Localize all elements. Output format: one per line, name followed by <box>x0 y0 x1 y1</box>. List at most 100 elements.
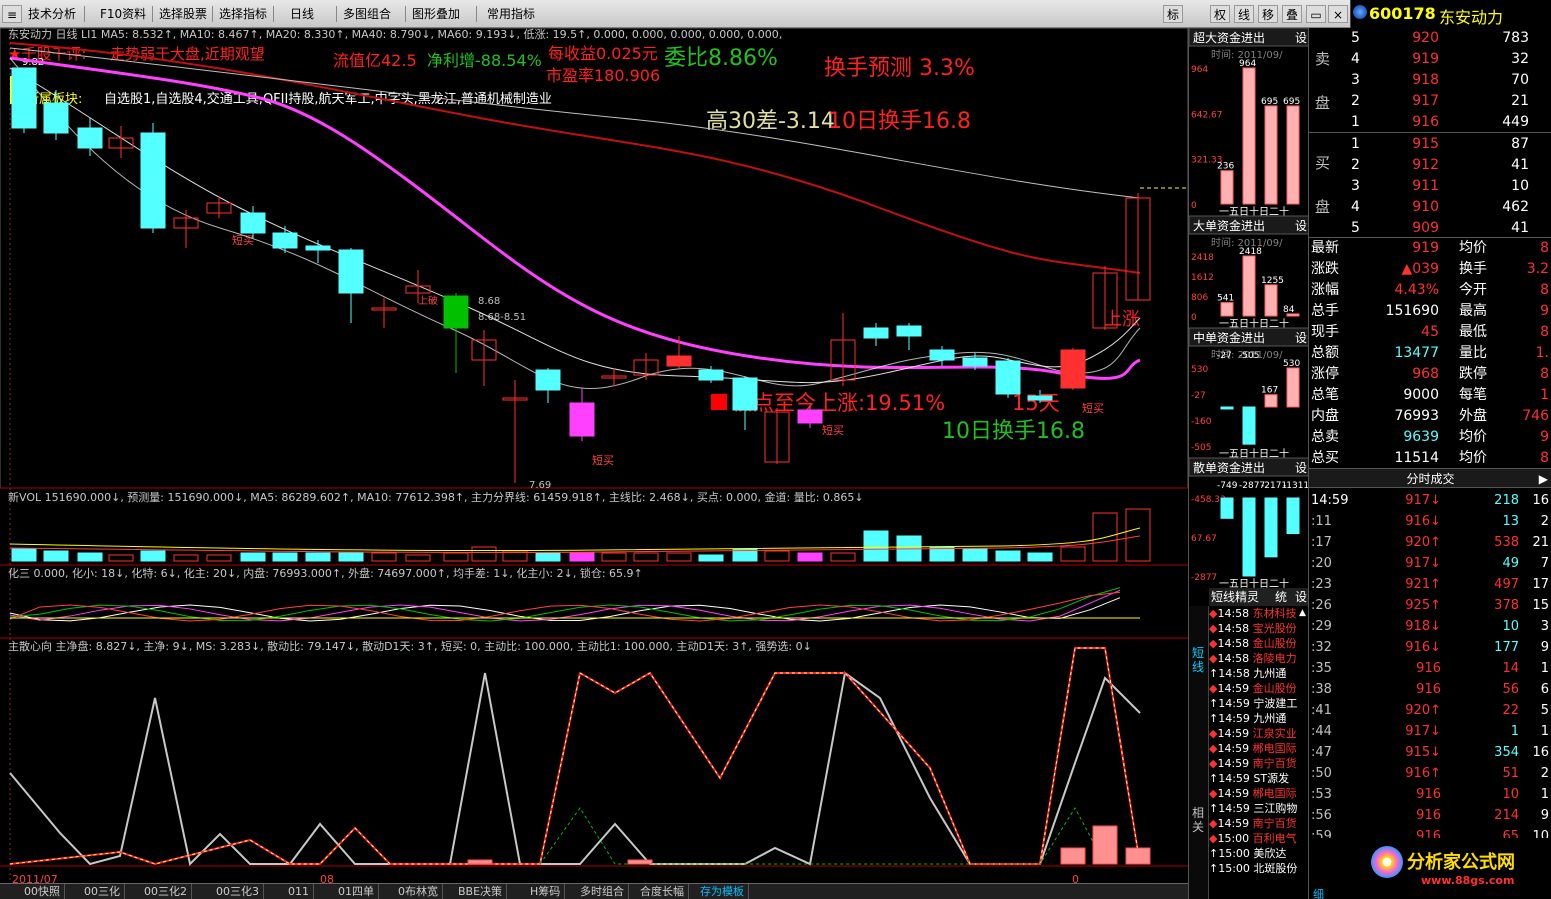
toolbar-menu-icon[interactable]: ≡ <box>2 5 22 23</box>
expand-icon[interactable]: ▶ <box>1539 469 1548 489</box>
stat-row[interactable]: 总笔 9000 每笔 1 <box>1309 385 1551 406</box>
shortline-item[interactable]: ↑14:58 九州通 <box>1209 666 1309 681</box>
shortline-item[interactable]: ↑15:00 美欣达 <box>1209 846 1309 861</box>
money-flow-panels: 超大资金进出设时间: 2011/09/964 642.67 321.33 0 236 96… <box>1188 28 1309 588</box>
shortline-item[interactable]: ◆14:59 南宁百货 <box>1209 756 1309 771</box>
bottom-tab-6[interactable]: 0布林宽 <box>394 884 443 899</box>
side-tab-shortline[interactable]: 短线 <box>1192 646 1206 674</box>
shortline-item[interactable]: ◆14:59 金山股份 <box>1209 681 1309 696</box>
close-icon[interactable]: × <box>1328 5 1348 23</box>
tick-row[interactable]: :32 916↓ 177 9 <box>1309 637 1551 658</box>
tick-row[interactable]: :50 916↑ 51 2 <box>1309 763 1551 784</box>
stat-row[interactable]: 总额 13477 量比 1. <box>1309 343 1551 364</box>
bottom-tab-8[interactable]: H筹码 <box>526 884 566 899</box>
line-button[interactable]: 线 <box>1234 5 1254 23</box>
stat-row[interactable]: 最新 919 均价 8 <box>1309 238 1551 259</box>
tick-row[interactable]: :38 916 56 6 <box>1309 679 1551 700</box>
menu-overlay[interactable]: 图形叠加 <box>410 4 462 24</box>
bottom-tab-9[interactable]: 多时组合 <box>576 884 629 899</box>
shortline-item[interactable]: ◆14:58 金山股份 <box>1209 636 1309 651</box>
tick-row[interactable]: :41 920↑ 22 5 <box>1309 700 1551 721</box>
bottom-tab-4[interactable]: 011 <box>284 884 314 899</box>
menu-f10[interactable]: F10资料 <box>98 4 148 24</box>
tick-price: 920↑ <box>1405 535 1441 550</box>
menu-tech-analysis[interactable]: 技术分析 <box>26 4 78 24</box>
tick-row[interactable]: :23 921↑ 497 17 <box>1309 574 1551 595</box>
bottom-tab-7[interactable]: BBE决策 <box>454 884 508 899</box>
shortline-item[interactable]: ↑14:59 宁波建工 <box>1209 696 1309 711</box>
stat-row[interactable]: 总卖 9639 均价 9 <box>1309 427 1551 448</box>
side-tab-related[interactable]: 相关 <box>1192 806 1206 834</box>
shortline-tab-stats[interactable]: 统 <box>1275 588 1287 606</box>
rights-button[interactable]: 权 <box>1210 5 1230 23</box>
ask-row[interactable]: 1 916 449 <box>1309 112 1551 133</box>
menu-daily[interactable]: 日线 <box>288 4 316 24</box>
tick-row[interactable]: :47 915↓ 354 16 <box>1309 742 1551 763</box>
shortline-item[interactable]: ◆14:59 南宁百货 <box>1209 816 1309 831</box>
shortline-item[interactable]: ◆14:58 东材科技 <box>1209 606 1309 621</box>
bid-row[interactable]: 2 912 41 <box>1309 155 1551 176</box>
tick-row[interactable]: :17 920↑ 538 21 <box>1309 532 1551 553</box>
stat-row[interactable]: 涨幅 4.43% 今开 8 <box>1309 280 1551 301</box>
overlay-button[interactable]: 叠 <box>1282 5 1302 23</box>
tick-row[interactable]: :20 917↓ 49 7 <box>1309 553 1551 574</box>
toolbar-divider <box>336 6 337 22</box>
flow-settings-button[interactable]: 设 <box>1295 331 1307 345</box>
tick-row[interactable]: :35 916 14 1 <box>1309 658 1551 679</box>
bid-row[interactable]: 1 915 87 <box>1309 134 1551 155</box>
shortline-item[interactable]: ◆14:58 宝光股份 <box>1209 621 1309 636</box>
bottom-tab-10[interactable]: 合度长幅 <box>636 884 689 899</box>
tick-row[interactable]: 14:59 917↓ 218 16 <box>1309 490 1551 511</box>
stat-row[interactable]: 总买 11514 均价 8 <box>1309 448 1551 469</box>
shortline-item[interactable]: ◆14:59 江泉实业 <box>1209 726 1309 741</box>
chart-area[interactable]: 东安动力 日线 LI1 MA5: 8.532↑, MA10: 8.467↑, M… <box>0 27 1189 888</box>
flow-settings-button[interactable]: 设 <box>1295 461 1307 475</box>
shortline-item[interactable]: ↑14:59 三江购物 <box>1209 801 1309 816</box>
shortline-item[interactable]: ↑15:00 北斑股份 <box>1209 861 1309 876</box>
shortline-item[interactable]: ◆15:00 百利电气 <box>1209 831 1309 846</box>
stat-label: 外盘 <box>1459 408 1487 424</box>
shortline-item[interactable]: ◆14:59 郴电国际 <box>1209 741 1309 756</box>
stat-row[interactable]: 涨停 968 跌停 8 <box>1309 364 1551 385</box>
tick-row[interactable]: :11 916↓ 13 2 <box>1309 511 1551 532</box>
menu-select-indicator[interactable]: 选择指标 <box>217 4 269 24</box>
tick-row[interactable]: :44 917↓ 1 1 <box>1309 721 1551 742</box>
menu-common-indicators[interactable]: 常用指标 <box>485 4 537 24</box>
footer-tab[interactable]: 细 <box>1313 886 1324 899</box>
tick-time: 14:59 <box>1311 493 1349 508</box>
bid-row[interactable]: 3 911 10 <box>1309 176 1551 197</box>
flow-settings-button[interactable]: 设 <box>1295 219 1307 233</box>
bottom-tab-3[interactable]: 00三化3 <box>212 884 264 899</box>
move-button[interactable]: 移 <box>1258 5 1278 23</box>
shortline-item[interactable]: ◆14:59 郴电国际 <box>1209 786 1309 801</box>
tick-row[interactable]: :29 918↓ 10 3 <box>1309 616 1551 637</box>
stat-row[interactable]: 现手 45 最低 8 <box>1309 322 1551 343</box>
window-icon[interactable]: ▭ <box>1306 5 1326 23</box>
bottom-tab-0[interactable]: 00快照 <box>20 884 65 899</box>
bottom-tab-11[interactable]: 存为模板 <box>696 884 749 899</box>
tick-row[interactable]: :26 925↑ 378 15 <box>1309 595 1551 616</box>
shortline-item[interactable]: ↑14:59 九州通 <box>1209 711 1309 726</box>
ask-row[interactable]: 3 918 70 <box>1309 70 1551 91</box>
ask-row[interactable]: 5 920 783 <box>1309 28 1551 49</box>
ask-row[interactable]: 4 919 32 <box>1309 49 1551 70</box>
bottom-tab-1[interactable]: 00三化 <box>80 884 125 899</box>
bid-row[interactable]: 4 910 462 <box>1309 197 1551 218</box>
bid-row[interactable]: 5 909 41 <box>1309 218 1551 239</box>
bottom-tab-2[interactable]: 00三化2 <box>140 884 192 899</box>
menu-select-stock[interactable]: 选择股票 <box>157 4 209 24</box>
tick-row[interactable]: :56 916 214 9 <box>1309 805 1551 826</box>
shortline-tab-settings[interactable]: 设 <box>1295 588 1307 606</box>
stat-row[interactable]: 总手 151690 最高 9 <box>1309 301 1551 322</box>
stat-row[interactable]: 内盘 76993 外盘 746 <box>1309 406 1551 427</box>
shortline-item[interactable]: ◆14:58 洛陵电力 <box>1209 651 1309 666</box>
shortline-title[interactable]: 短线精灵 <box>1211 588 1259 606</box>
shortline-item[interactable]: ↑14:59 ST源发 <box>1209 771 1309 786</box>
mark-button[interactable]: 标 <box>1163 5 1183 23</box>
bottom-tab-5[interactable]: 01四单 <box>334 884 379 899</box>
menu-multi-chart[interactable]: 多图组合 <box>341 4 393 24</box>
tick-row[interactable]: :53 916 10 1 <box>1309 784 1551 805</box>
flow-settings-button[interactable]: 设 <box>1295 31 1307 45</box>
stat-row[interactable]: 涨跌 ▲039 换手 3.2 <box>1309 259 1551 280</box>
ask-row[interactable]: 2 917 21 <box>1309 91 1551 112</box>
